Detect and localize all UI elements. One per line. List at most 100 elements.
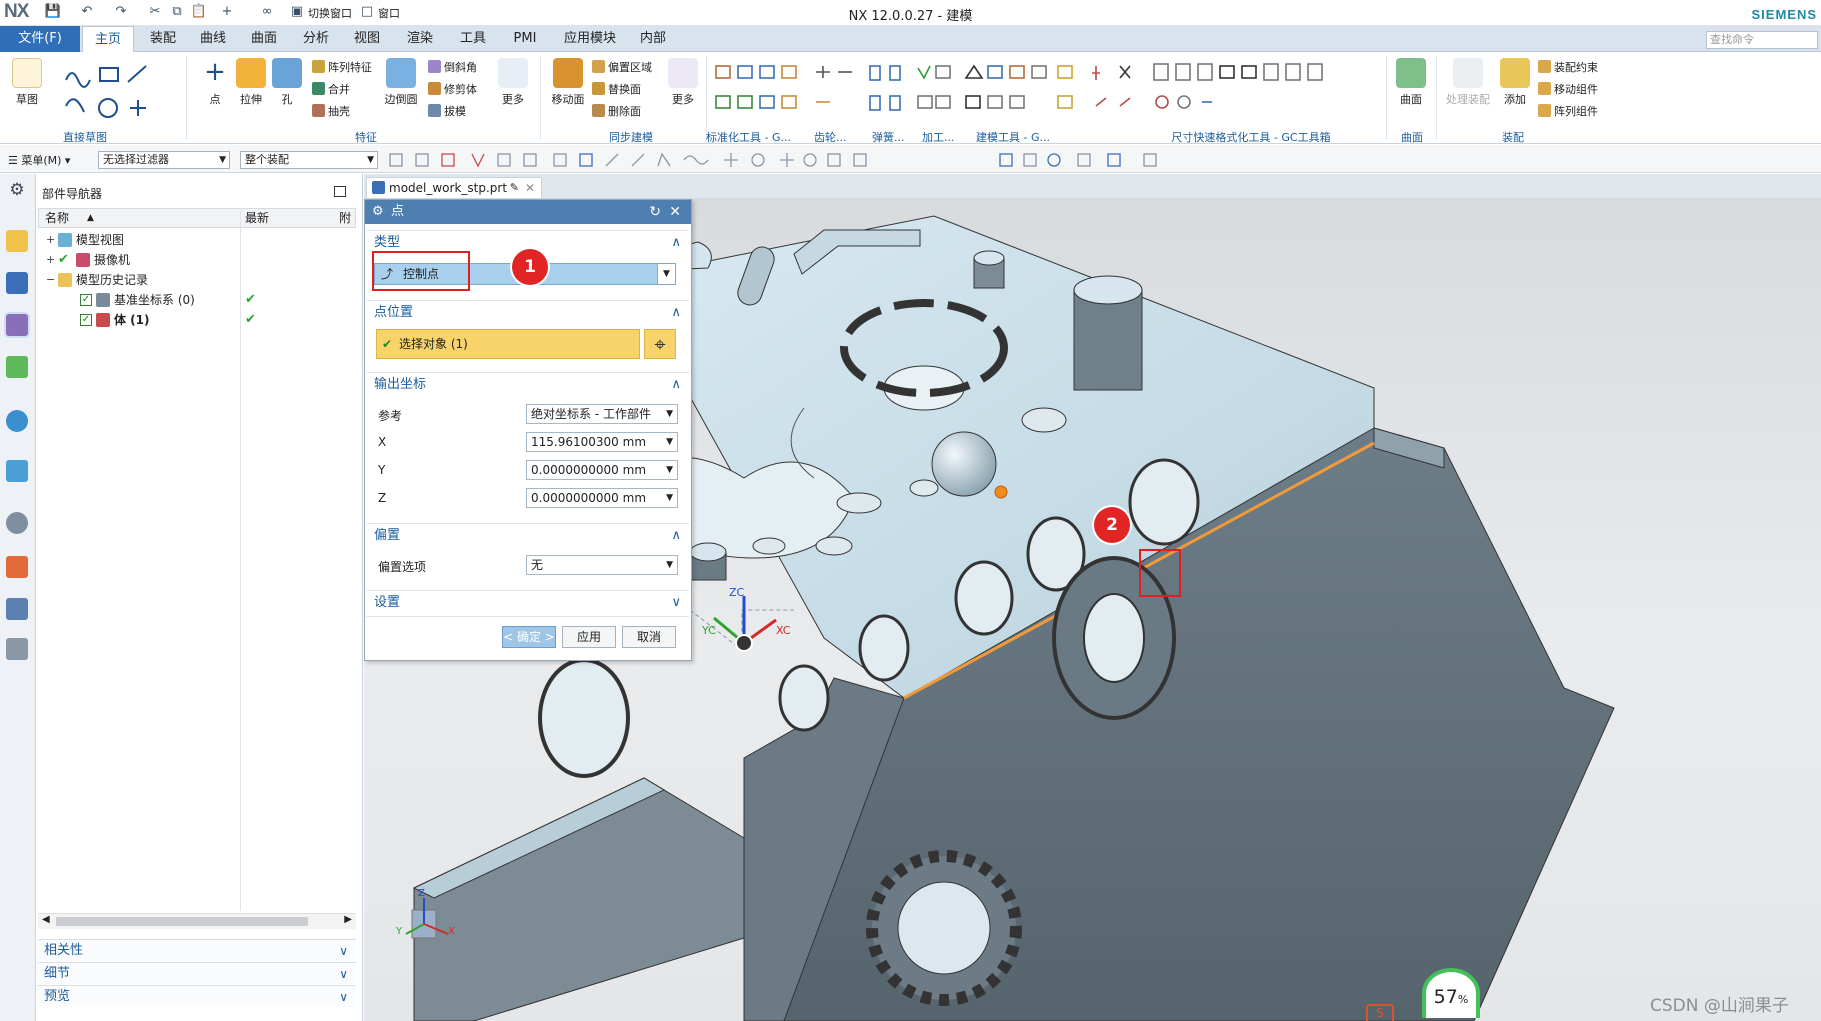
tab-view[interactable]: 视图 — [344, 26, 390, 52]
column-latest[interactable]: 最新 — [245, 209, 269, 227]
history-icon[interactable] — [6, 512, 28, 534]
chevron-up-icon[interactable]: ∧ — [671, 301, 681, 325]
file-menu-button[interactable]: 文件(F) — [0, 26, 80, 52]
draft-button[interactable]: 拔模 — [428, 103, 466, 119]
snap-toolbar[interactable] — [388, 150, 1188, 170]
constraint-navigator-icon[interactable] — [6, 272, 28, 294]
chamfer-button[interactable]: 倒斜角 — [428, 59, 477, 75]
tab-internal[interactable]: 内部 — [630, 26, 676, 52]
tab-render[interactable]: 渲染 — [397, 26, 443, 52]
column-name[interactable]: 名称 — [45, 209, 69, 227]
offset-region-button[interactable]: 偏置区域 — [592, 59, 652, 75]
tab-home[interactable]: 主页 — [82, 26, 134, 52]
tab-tools[interactable]: 工具 — [450, 26, 496, 52]
chevron-down-icon[interactable]: ▼ — [666, 433, 673, 451]
scroll-right-icon[interactable]: ▶ — [344, 914, 352, 925]
chevron-down-icon[interactable]: ▼ — [666, 489, 673, 507]
section-output-coordinates[interactable]: 输出坐标 ∧ — [366, 372, 689, 396]
offset-option-dropdown[interactable]: 无 ▼ — [526, 555, 678, 575]
cancel-button[interactable]: 取消 — [622, 626, 676, 648]
accordion-details[interactable]: 细节 ∨ — [38, 962, 356, 984]
section-offset[interactable]: 偏置 ∧ — [366, 523, 689, 547]
apply-button[interactable]: 应用 — [562, 626, 616, 648]
visibility-checkbox[interactable]: ✓ — [80, 294, 92, 306]
tab-analysis[interactable]: 分析 — [293, 26, 339, 52]
z-coordinate-field[interactable]: 0.0000000000 mm ▼ — [526, 488, 678, 508]
unite-button[interactable]: 合并 — [312, 81, 350, 97]
roles-icon[interactable] — [6, 598, 28, 620]
tree-row-body[interactable]: ✓ 体 (1) ✔ — [38, 310, 356, 330]
assembly-navigator-icon[interactable] — [6, 230, 28, 252]
gear-icon[interactable]: ⚙ — [372, 200, 384, 224]
replace-face-button[interactable]: 替换面 — [592, 81, 641, 97]
delete-face-button[interactable]: 删除面 — [592, 103, 641, 119]
chevron-up-icon[interactable]: ∧ — [671, 524, 681, 548]
command-search-input[interactable]: 查找命令 — [1706, 31, 1818, 49]
y-coordinate-field[interactable]: 0.0000000000 mm ▼ — [526, 460, 678, 480]
accordion-dependencies[interactable]: 相关性 ∨ — [38, 939, 356, 961]
trim-body-button[interactable]: 修剪体 — [428, 81, 477, 97]
document-tab[interactable]: model_work_stp.prt ✎ ✕ — [366, 177, 542, 198]
sync-more-button[interactable]: 更多 — [664, 58, 702, 107]
tab-pmi[interactable]: PMI — [502, 26, 548, 52]
chevron-down-icon[interactable]: ▼ — [666, 461, 673, 479]
x-coordinate-field[interactable]: 115.96100300 mm ▼ — [526, 432, 678, 452]
section-settings[interactable]: 设置 ∨ — [366, 590, 689, 614]
input-method-icon[interactable]: S — [1366, 1004, 1394, 1021]
chevron-down-icon: ▼ — [666, 409, 673, 419]
point-button[interactable]: + 点 — [196, 58, 234, 107]
tab-assembly[interactable]: 装配 — [140, 26, 186, 52]
accordion-preview[interactable]: 预览 ∨ — [38, 985, 356, 1007]
tab-curve[interactable]: 曲线 — [190, 26, 236, 52]
pattern-feature-button[interactable]: 阵列特征 — [312, 59, 372, 75]
reference-dropdown[interactable]: 绝对坐标系 - 工作部件 ▼ — [526, 404, 678, 424]
chevron-up-icon[interactable]: ∧ — [671, 373, 681, 397]
reset-icon[interactable]: ↻ — [649, 200, 661, 224]
chevron-down-icon[interactable]: ∨ — [671, 591, 681, 615]
edge-blend-button[interactable]: 边倒圆 — [382, 58, 420, 107]
maximize-icon[interactable] — [334, 186, 346, 197]
selection-scope-dropdown[interactable]: 整个装配 ▼ — [240, 151, 378, 169]
tree-row-cameras[interactable]: + ✔ 摄像机 — [38, 250, 356, 270]
column-attached[interactable]: 附 — [339, 209, 355, 227]
tree-row-datum-csys[interactable]: ✓ 基准坐标系 (0) ✔ — [38, 290, 356, 310]
tree-row-model-history[interactable]: − 模型历史记录 — [38, 270, 356, 290]
extrude-button[interactable]: 拉伸 — [232, 58, 270, 107]
web-browser-icon[interactable] — [6, 460, 28, 482]
navigator-horizontal-scrollbar[interactable]: ◀ ▶ — [38, 913, 356, 929]
select-object-field[interactable]: ✔ 选择对象 (1) — [376, 329, 640, 359]
system-scenes-icon[interactable] — [6, 638, 28, 660]
move-component-button[interactable]: 移动组件 — [1538, 81, 1598, 97]
shell-button[interactable]: 抽壳 — [312, 103, 350, 119]
add-component-button[interactable]: 添加 — [1496, 58, 1534, 107]
close-tab-icon[interactable]: ✕ — [525, 178, 535, 198]
tab-app-modules[interactable]: 应用模块 — [555, 26, 625, 52]
ok-button[interactable]: < 确定 > — [502, 626, 556, 648]
chevron-up-icon[interactable]: ∧ — [671, 231, 681, 255]
tree-row-model-views[interactable]: + 模型视图 — [38, 230, 356, 250]
hole-button[interactable]: 孔 — [268, 58, 306, 107]
hole-icon — [272, 58, 302, 88]
highlight-box-point — [1139, 549, 1181, 597]
surface-button[interactable]: 曲面 — [1392, 58, 1430, 107]
part-navigator-icon[interactable] — [6, 314, 28, 336]
pattern-component-button[interactable]: 阵列组件 — [1538, 103, 1598, 119]
visibility-checkbox[interactable]: ✓ — [80, 314, 92, 326]
gear-icon[interactable]: ⚙ — [6, 180, 28, 202]
hd3d-tools-icon[interactable] — [6, 410, 28, 432]
reuse-library-icon[interactable] — [6, 356, 28, 378]
section-point-location[interactable]: 点位置 ∧ — [366, 300, 689, 324]
tab-surface[interactable]: 曲面 — [241, 26, 287, 52]
scroll-left-icon[interactable]: ◀ — [42, 914, 50, 925]
menu-button[interactable]: ☰ 菜单(M) ▾ — [8, 152, 70, 168]
scrollbar-thumb[interactable] — [56, 917, 308, 926]
move-face-button[interactable]: 移动面 — [546, 58, 590, 107]
feature-more-button[interactable]: 更多 — [494, 58, 532, 107]
point-dialog-crosshair-icon[interactable]: ⌖ — [644, 329, 676, 359]
process-studio-icon[interactable] — [6, 556, 28, 578]
shell-icon — [312, 104, 325, 117]
selection-filter-dropdown[interactable]: 无选择过滤器 ▼ — [98, 151, 230, 169]
assembly-constraint-button[interactable]: 装配约束 — [1538, 59, 1598, 75]
close-icon[interactable]: ✕ — [669, 200, 681, 224]
sketch-button[interactable]: 草图 — [8, 58, 46, 107]
